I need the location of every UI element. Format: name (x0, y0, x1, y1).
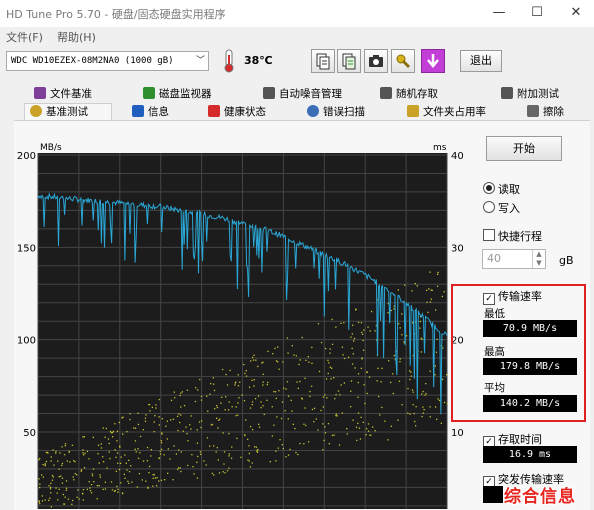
watermark-text: 综合信息 (504, 487, 576, 507)
magnifier-icon (307, 105, 319, 117)
download-arrow-icon (427, 54, 439, 68)
save-button[interactable] (421, 49, 445, 73)
tab-label: 错误扫描 (323, 106, 365, 118)
folder-icon (407, 105, 419, 117)
tab-label: 基准测试 (46, 106, 88, 118)
close-button[interactable]: ✕ (563, 4, 589, 22)
toolbar: WDC WD10EZEX-08M2NA0 (1000 gB) ﹀ 38℃ 退出 (0, 45, 594, 79)
short-stroke-unit: gB (559, 254, 574, 267)
extra-tests-icon (501, 87, 513, 99)
tab-label: 自动噪音管理 (279, 88, 342, 100)
minimize-button[interactable]: — (486, 4, 512, 22)
tab-folder-usage[interactable]: 文件夹占用率 (407, 104, 486, 120)
copy-info-button[interactable] (311, 49, 335, 73)
random-access-icon (380, 87, 392, 99)
trash-icon (527, 105, 539, 117)
window-title: HD Tune Pro 5.70 - 硬盘/固态硬盘实用程序 (6, 8, 226, 21)
screenshot-button[interactable] (364, 49, 388, 73)
file-benchmark-icon (34, 87, 46, 99)
tab-label: 文件基准 (50, 88, 92, 100)
tab-random-access[interactable]: 随机存取 (380, 86, 438, 102)
write-radio[interactable]: 写入 (483, 200, 520, 216)
menu-bar: 文件(F) 帮助(H) (0, 27, 594, 45)
tab-file-benchmark[interactable]: 文件基准 (34, 86, 92, 102)
short-stroke-value: 40 (487, 252, 501, 265)
tab-error-scan[interactable]: 错误扫描 (307, 104, 365, 120)
info-icon (132, 105, 144, 117)
lightbulb-icon (30, 105, 42, 117)
tab-label: 擦除 (543, 106, 564, 118)
tab-label: 附加测试 (517, 88, 559, 100)
read-label: 读取 (498, 183, 520, 196)
tab-label: 文件夹占用率 (423, 106, 486, 118)
start-button[interactable]: 开始 (486, 136, 562, 161)
radio-selected-icon (483, 182, 495, 194)
tab-label: 信息 (148, 106, 169, 118)
speaker-icon (263, 87, 275, 99)
copy-icon (316, 53, 330, 70)
copy-all-icon (342, 53, 356, 70)
tab-label: 随机存取 (396, 88, 438, 100)
copy-all-button[interactable] (337, 49, 361, 73)
drive-select[interactable]: WDC WD10EZEX-08M2NA0 (1000 gB) ﹀ (6, 51, 209, 71)
short-stroke-spinner[interactable]: 40 ▲ ▼ (482, 249, 546, 269)
health-cross-icon (208, 105, 220, 117)
access-time-label: 存取时间 (498, 433, 542, 446)
spinner-arrows-icon: ▲ ▼ (532, 250, 545, 268)
disk-monitor-icon (143, 87, 155, 99)
tab-noise-management[interactable]: 自动噪音管理 (263, 86, 342, 102)
read-radio[interactable]: 读取 (483, 181, 520, 197)
checkbox-unchecked-icon (483, 229, 495, 241)
short-stroke-label: 快捷行程 (498, 230, 542, 243)
short-stroke-checkbox[interactable]: 快捷行程 (483, 228, 542, 244)
exit-button[interactable]: 退出 (460, 50, 502, 72)
drive-select-value: WDC WD10EZEX-08M2NA0 (1000 gB) (11, 56, 174, 66)
maximize-button[interactable]: ☐ (524, 4, 550, 22)
options-button[interactable] (391, 49, 415, 73)
wrench-icon (396, 54, 411, 69)
camera-icon (369, 55, 383, 67)
chevron-down-icon: ﹀ (195, 56, 205, 66)
tab-label: 磁盘监视器 (159, 88, 212, 100)
tab-benchmark[interactable]: 基准测试 (30, 104, 88, 120)
tab-info[interactable]: 信息 (132, 104, 169, 120)
title-bar: HD Tune Pro 5.70 - 硬盘/固态硬盘实用程序 — ☐ ✕ (0, 0, 594, 27)
radio-unselected-icon (483, 201, 495, 213)
menu-help[interactable]: 帮助(H) (57, 29, 96, 45)
highlight-box (451, 284, 586, 422)
write-label: 写入 (498, 202, 520, 215)
menu-file[interactable]: 文件(F) (6, 29, 43, 45)
thermometer-icon (224, 49, 234, 73)
tab-disk-monitor[interactable]: 磁盘监视器 (143, 86, 212, 102)
tab-erase[interactable]: 擦除 (527, 104, 564, 120)
access-time-value: 16.9 ms (483, 446, 577, 463)
tab-health[interactable]: 健康状态 (208, 104, 266, 120)
tab-label: 健康状态 (224, 106, 266, 118)
tab-extra-tests[interactable]: 附加测试 (501, 86, 559, 102)
burst-rate-value (483, 486, 503, 503)
temperature-readout: 38℃ (244, 54, 273, 67)
